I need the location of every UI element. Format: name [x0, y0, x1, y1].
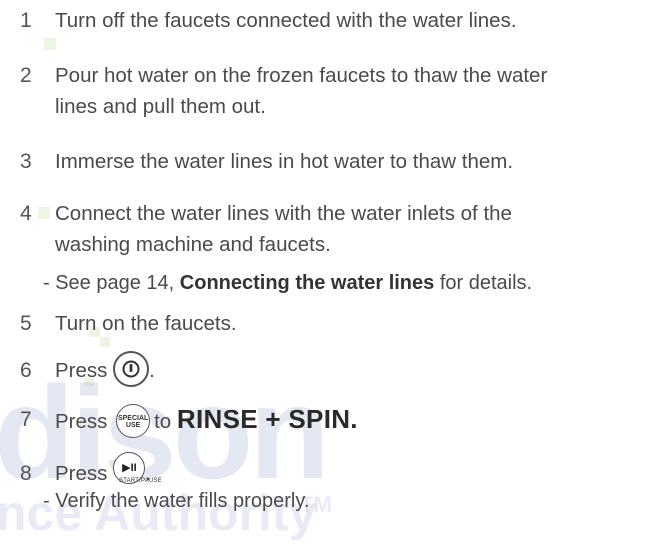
special-use-button-icon: SPECIAL USE: [116, 403, 151, 438]
step-number: 3: [20, 150, 32, 173]
cycle-name: RINSE + SPIN.: [176, 404, 358, 434]
step-text: Press: [55, 410, 108, 433]
special-use-label-line2: USE: [125, 421, 141, 429]
step-number: 5: [20, 312, 32, 335]
step-number: 4: [20, 202, 32, 225]
step-text: Press: [55, 359, 108, 382]
note-link-text: Connecting the water lines: [179, 272, 435, 294]
step-text-line1: Connect the water lines with the water i…: [55, 202, 512, 225]
note-prefix: - See page 14,: [43, 272, 180, 294]
step-number: 8: [20, 462, 32, 485]
special-use-label-line1: SPECIAL: [117, 414, 149, 422]
power-icon: [122, 360, 140, 378]
step-number: 7: [20, 408, 32, 431]
step-number: 2: [20, 64, 32, 87]
step-4-note: - See page 14, Connecting the water line…: [43, 268, 532, 298]
power-button-icon: [113, 350, 150, 387]
step-text: Immerse the water lines in hot water to …: [55, 150, 514, 173]
step-text: Turn on the faucets.: [55, 312, 237, 335]
step-text-line2: washing machine and faucets.: [55, 233, 331, 256]
step-connector: to: [154, 410, 172, 433]
step-text-line2: lines and pull them out.: [55, 95, 266, 118]
step-number: 6: [20, 359, 32, 382]
step-text: Press: [55, 462, 108, 485]
start-pause-caption: START/PAUSE: [119, 478, 162, 484]
note-suffix: for details.: [434, 272, 533, 294]
step-text-line1: Pour hot water on the frozen faucets to …: [55, 64, 548, 87]
step-number: 1: [20, 9, 32, 32]
step-text: Turn off the faucets connected with the …: [55, 9, 517, 32]
play-pause-icon: ▶II: [122, 461, 137, 474]
step-8-note: - Verify the water fills properly.: [43, 490, 310, 512]
step-punctuation: .: [149, 359, 155, 382]
